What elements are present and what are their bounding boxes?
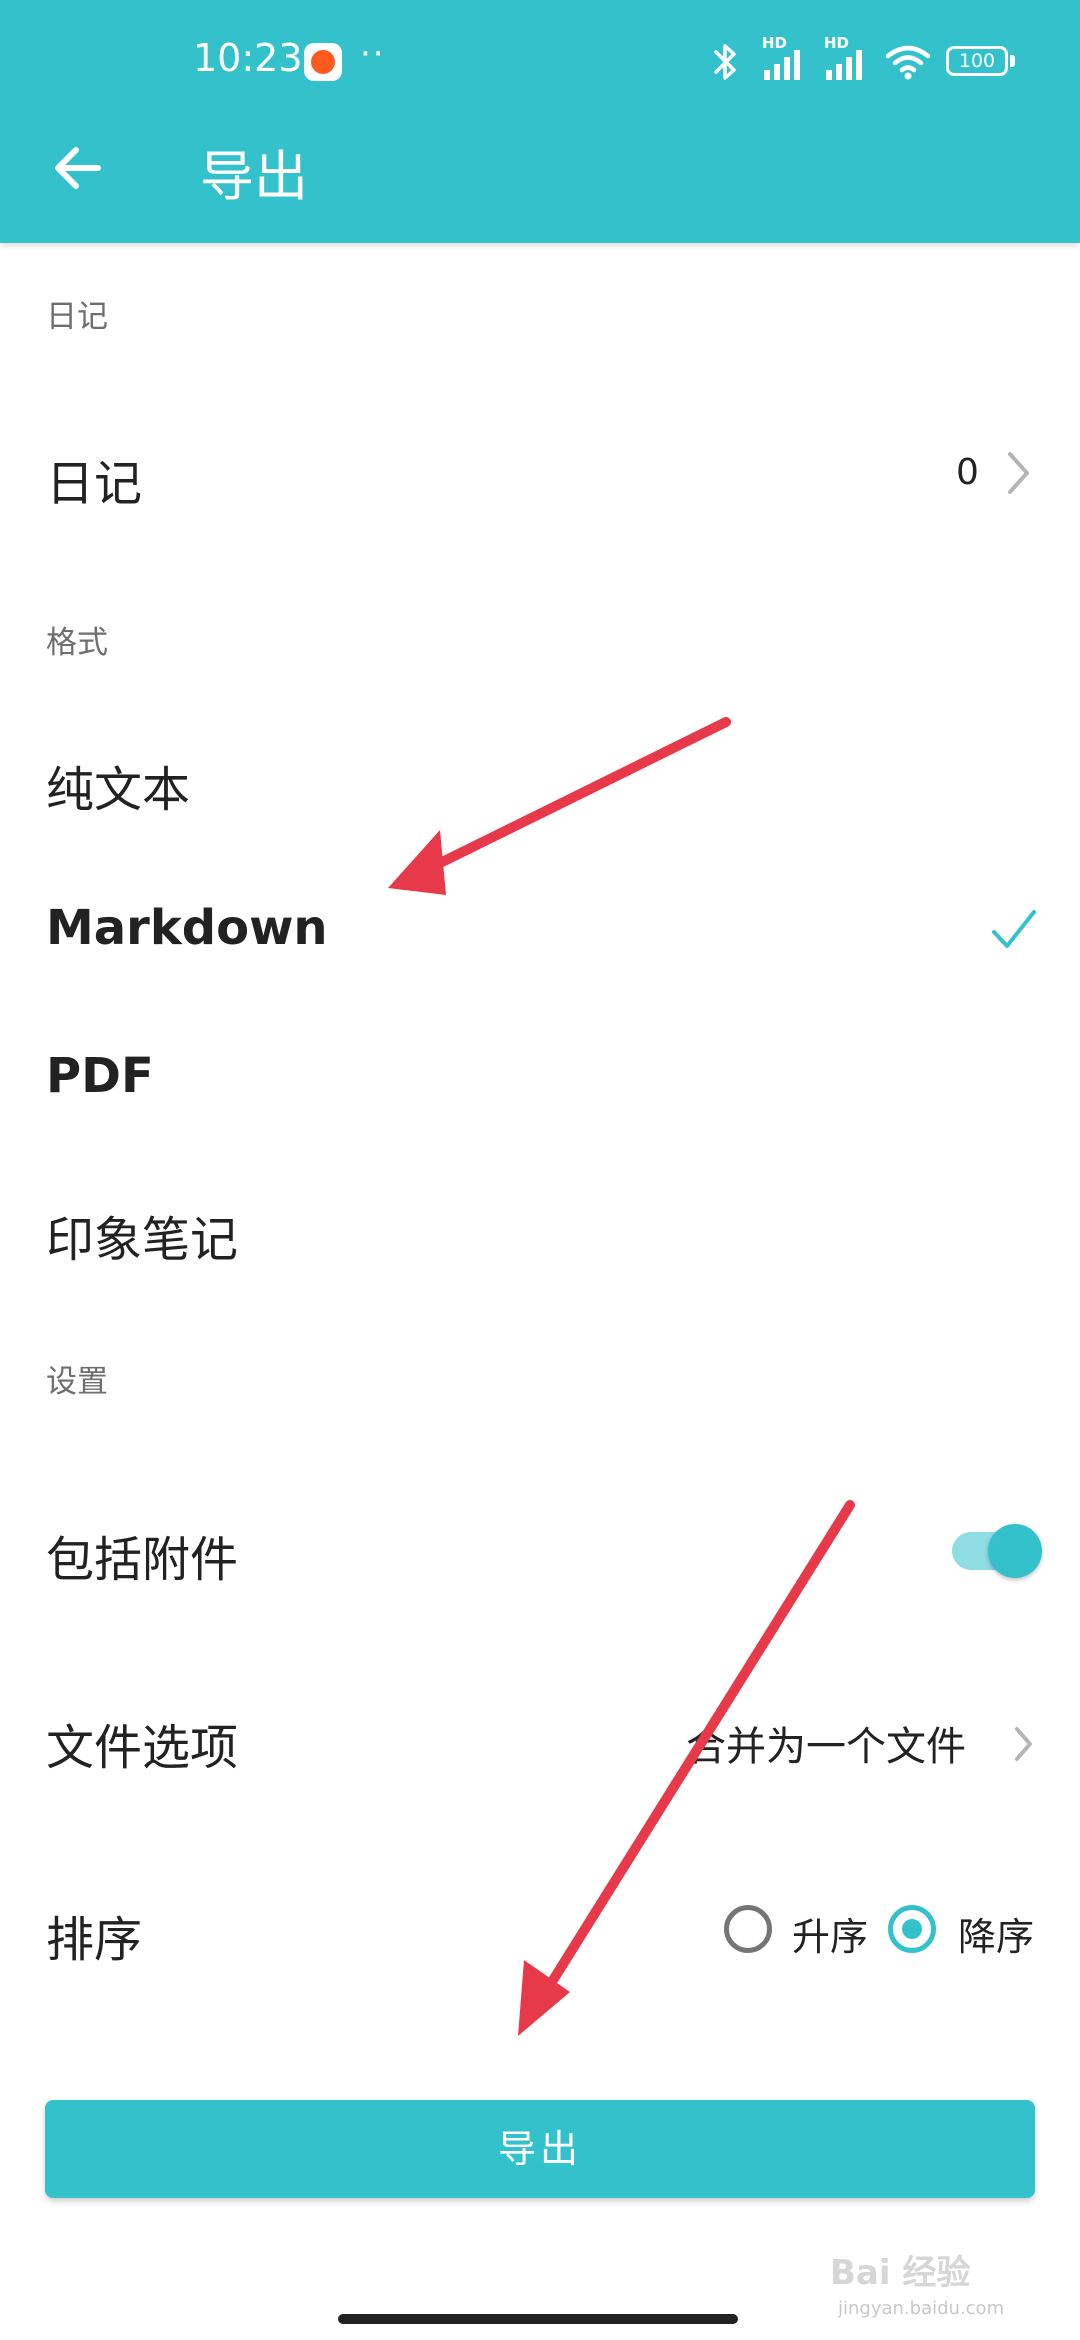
annotation-arrows [388, 717, 855, 2036]
file-options-row[interactable]: 文件选项 合并为一个文件 [0, 1690, 1080, 1800]
sort-ascending-radio[interactable] [724, 1905, 772, 1953]
back-arrow-icon[interactable] [48, 138, 108, 198]
battery-level: 100 [958, 50, 996, 72]
checkmark-icon [992, 910, 1036, 948]
file-options-value: 合并为一个文件 [686, 1724, 966, 1770]
wifi-icon [886, 45, 930, 80]
more-notifications-icon: ·· [360, 34, 386, 74]
section-header-settings: 设置 [46, 1364, 108, 1400]
watermark-url: jingyan.baidu.com [838, 2298, 1005, 2319]
signal-icon-2 [826, 50, 862, 80]
app-notification-icon [304, 43, 342, 81]
section-header-format: 格式 [46, 625, 108, 661]
section-header-diary: 日记 [46, 299, 108, 335]
sort-descending-radio[interactable] [888, 1905, 936, 1953]
page-title: 导出 [200, 145, 308, 208]
signal-icon [764, 50, 800, 80]
sort-descending-label[interactable]: 降序 [958, 1906, 1034, 1961]
home-indicator[interactable] [338, 2314, 738, 2324]
format-label: Markdown [46, 900, 328, 956]
format-option-markdown[interactable]: Markdown [0, 880, 1080, 980]
format-option-pdf[interactable]: PDF [0, 1028, 1080, 1128]
diary-selector-row[interactable]: 日记 0 [0, 400, 1080, 550]
format-label: 印象笔记 [46, 1212, 239, 1268]
chevron-right-icon [1015, 1727, 1032, 1761]
app-bar: 10:23 ·· HD HD 100 导出 [0, 0, 1080, 243]
format-label: 纯文本 [46, 762, 191, 818]
file-options-label: 文件选项 [46, 1720, 239, 1776]
export-button[interactable]: 导出 [45, 2100, 1035, 2198]
watermark-logo: Bai 经验 [830, 2253, 971, 2293]
include-attachments-label: 包括附件 [46, 1532, 239, 1588]
diary-label: 日记 [46, 456, 143, 512]
chevron-right-icon [1008, 452, 1029, 494]
format-option-evernote[interactable]: 印象笔记 [0, 1180, 1080, 1280]
battery-tip [1010, 55, 1015, 67]
diary-count: 0 [956, 452, 979, 493]
toggle-thumb[interactable] [988, 1524, 1042, 1578]
battery-icon: 100 [946, 46, 1008, 76]
sort-label: 排序 [46, 1912, 143, 1968]
status-bar: 10:23 ·· HD HD 100 [0, 0, 1080, 120]
bluetooth-icon [714, 44, 736, 80]
format-label: PDF [46, 1048, 154, 1104]
format-option-plain-text[interactable]: 纯文本 [0, 730, 1080, 830]
sort-ascending-label[interactable]: 升序 [792, 1906, 868, 1961]
status-time: 10:23 [193, 36, 303, 80]
